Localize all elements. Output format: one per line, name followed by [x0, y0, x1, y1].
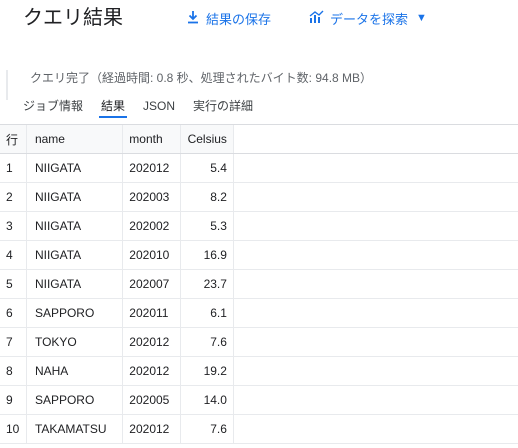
row-number: 3 — [0, 211, 27, 241]
row-number: 8 — [0, 356, 27, 386]
cell-month: 202012 — [122, 414, 181, 444]
cell-month: 202007 — [122, 269, 181, 299]
cell-month: 202011 — [122, 298, 181, 328]
results-table: 行 name month Celsius 1 NIIGATA 202012 5.… — [0, 124, 518, 448]
tab-execution-details[interactable]: 実行の詳細 — [184, 96, 262, 120]
page-title: クエリ結果 — [23, 7, 123, 29]
table-row: 7 TOKYO 202012 7.6 — [0, 327, 518, 357]
cell-month: 202010 — [122, 240, 181, 270]
row-number: 5 — [0, 269, 27, 299]
table-filler — [233, 414, 518, 444]
cell-celsius: 19.2 — [180, 356, 234, 386]
cell-month: 202005 — [122, 385, 181, 415]
query-status: クエリ完了（経過時間: 0.8 秒、処理されたバイト数: 94.8 MB） — [30, 71, 373, 85]
table-filler — [233, 240, 518, 270]
table-row: 9 SAPPORO 202005 14.0 — [0, 385, 518, 415]
table-filler — [233, 182, 518, 212]
table-row: 10 TAKAMATSU 202012 7.6 — [0, 414, 518, 444]
cell-name: NIIGATA — [26, 182, 124, 212]
download-icon — [186, 10, 200, 27]
cell-name: NIIGATA — [26, 211, 124, 241]
cell-celsius: 14.0 — [180, 385, 234, 415]
cell-name: NIIGATA — [26, 269, 124, 299]
row-number: 1 — [0, 153, 27, 183]
row-number: 10 — [0, 414, 27, 444]
row-number: 9 — [0, 385, 27, 415]
cell-name: NIIGATA — [26, 240, 124, 270]
tab-results[interactable]: 結果 — [92, 96, 134, 120]
table-filler — [233, 356, 518, 386]
table-row: 2 NIIGATA 202003 8.2 — [0, 182, 518, 212]
chevron-down-icon: ▼ — [416, 12, 427, 24]
cell-name: SAPPORO — [26, 385, 124, 415]
table-row: 8 NAHA 202012 19.2 — [0, 356, 518, 386]
cell-name: NIIGATA — [26, 153, 124, 183]
table-filler — [233, 153, 518, 183]
cell-celsius: 16.9 — [180, 240, 234, 270]
cell-name: TAKAMATSU — [26, 414, 124, 444]
row-number: 6 — [0, 298, 27, 328]
table-filler — [233, 298, 518, 328]
table-header-row: 行 name month Celsius — [0, 125, 518, 154]
cell-celsius: 8.2 — [180, 182, 234, 212]
explore-data-label: データを探索 — [330, 11, 409, 27]
results-tabs: ジョブ情報 結果 JSON 実行の詳細 — [14, 96, 262, 122]
table-filler — [233, 385, 518, 415]
column-header-row: 行 — [0, 125, 27, 154]
table-filler — [233, 269, 518, 299]
cell-celsius: 5.4 — [180, 153, 234, 183]
column-header-name: name — [26, 125, 124, 154]
cell-month: 202002 — [122, 211, 181, 241]
chart-icon — [309, 10, 324, 27]
table-filler — [233, 211, 518, 241]
row-number: 4 — [0, 240, 27, 270]
explore-data-button[interactable]: データを探索 ▼ — [309, 8, 427, 28]
table-row: 1 NIIGATA 202012 5.4 — [0, 153, 518, 183]
cell-celsius: 7.6 — [180, 414, 234, 444]
save-results-button[interactable]: 結果の保存 — [186, 8, 271, 28]
table-row: 3 NIIGATA 202002 5.3 — [0, 211, 518, 241]
cell-celsius: 6.1 — [180, 298, 234, 328]
table-row: 4 NIIGATA 202010 16.9 — [0, 240, 518, 270]
table-row: 5 NIIGATA 202007 23.7 — [0, 269, 518, 299]
cell-name: SAPPORO — [26, 298, 124, 328]
query-results-header: クエリ結果 結果の保存 データを探索 ▼ — [0, 0, 518, 36]
cell-celsius: 23.7 — [180, 269, 234, 299]
cell-month: 202012 — [122, 327, 181, 357]
save-results-label: 結果の保存 — [206, 11, 272, 27]
cell-name: TOKYO — [26, 327, 124, 357]
tab-json[interactable]: JSON — [134, 96, 184, 120]
column-header-celsius: Celsius — [180, 125, 234, 154]
status-divider — [6, 70, 8, 100]
cell-celsius: 5.3 — [180, 211, 234, 241]
table-row: 6 SAPPORO 202011 6.1 — [0, 298, 518, 328]
table-filler — [233, 327, 518, 357]
cell-month: 202003 — [122, 182, 181, 212]
cell-month: 202012 — [122, 356, 181, 386]
row-number: 2 — [0, 182, 27, 212]
table-filler — [233, 125, 518, 154]
row-number: 7 — [0, 327, 27, 357]
tab-job-info[interactable]: ジョブ情報 — [14, 96, 92, 120]
column-header-month: month — [122, 125, 181, 154]
cell-name: NAHA — [26, 356, 124, 386]
cell-celsius: 7.6 — [180, 327, 234, 357]
cell-month: 202012 — [122, 153, 181, 183]
